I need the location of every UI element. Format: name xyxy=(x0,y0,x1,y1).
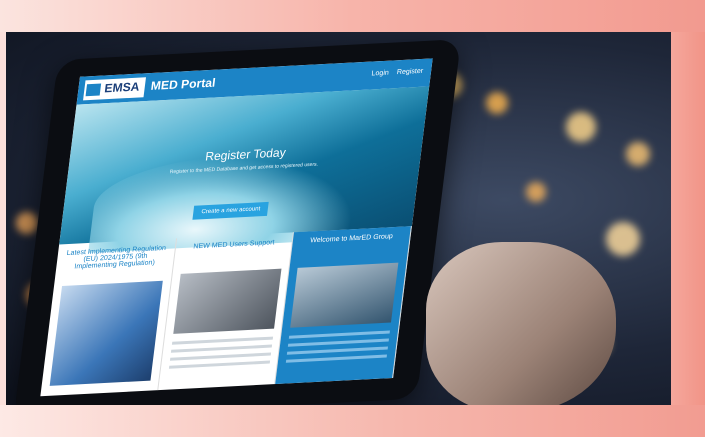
text-line xyxy=(170,344,272,353)
right-hand xyxy=(426,242,616,405)
photo: EMSA MED Portal Login Register Register … xyxy=(6,32,671,405)
login-link: Login xyxy=(371,69,390,78)
text-line xyxy=(287,346,389,355)
news-title: Welcome to MarED Group xyxy=(309,233,394,245)
bokeh-light xyxy=(486,92,508,114)
bokeh-light xyxy=(526,182,546,202)
news-column: NEW MED Users Support xyxy=(157,232,295,391)
text-line xyxy=(286,354,388,363)
text-line xyxy=(288,338,390,347)
pink-band-right xyxy=(671,32,705,405)
bokeh-light xyxy=(626,142,650,166)
text-line xyxy=(169,352,271,361)
meeting-image xyxy=(290,262,399,328)
emsa-logo: EMSA xyxy=(83,77,146,101)
bokeh-light xyxy=(606,222,640,256)
pink-band-top xyxy=(0,0,705,32)
pink-band-bottom xyxy=(0,405,705,437)
news-column: Latest Implementing Regulation (EU) 2024… xyxy=(40,238,177,397)
text-line xyxy=(168,360,270,369)
tablet: EMSA MED Portal Login Register Register … xyxy=(13,39,462,405)
logo-text: EMSA xyxy=(103,79,141,96)
portal-nav: Login Register xyxy=(371,68,423,78)
emsa-logo-icon xyxy=(85,83,102,97)
bokeh-light xyxy=(566,112,596,142)
news-column: Welcome to MarED Group xyxy=(275,226,412,385)
text-line xyxy=(171,336,273,345)
tablet-screen: EMSA MED Portal Login Register Register … xyxy=(40,58,433,397)
news-title: Latest Implementing Regulation (EU) 2024… xyxy=(66,244,167,271)
support-image xyxy=(172,268,282,334)
hero-banner: Register Today Register to the MED Datab… xyxy=(59,86,430,253)
solar-panel-image xyxy=(49,280,163,386)
text-line xyxy=(289,330,391,339)
portal-title: MED Portal xyxy=(150,75,217,93)
news-columns: Latest Implementing Regulation (EU) 2024… xyxy=(40,226,412,397)
bokeh-light xyxy=(16,212,38,234)
register-link: Register xyxy=(396,67,424,77)
news-title: NEW MED Users Support xyxy=(192,239,275,251)
